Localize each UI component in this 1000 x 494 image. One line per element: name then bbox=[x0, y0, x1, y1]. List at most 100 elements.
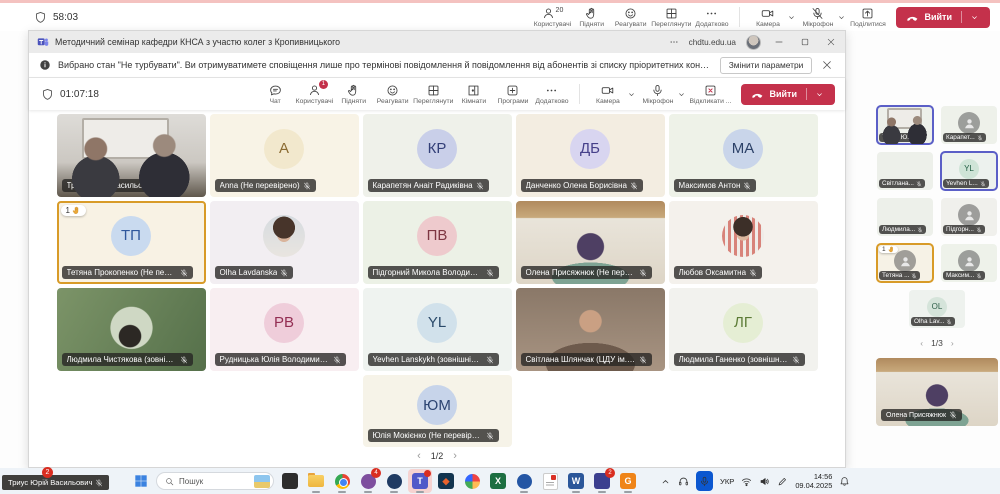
person-silhouette-icon bbox=[958, 250, 980, 272]
chevron-down-icon[interactable] bbox=[787, 13, 796, 22]
speaker-icon[interactable] bbox=[759, 476, 770, 487]
participant-thumbnail[interactable]: YLYevhen L... bbox=[941, 152, 997, 190]
participant-name-pill: Olha Lavdanska bbox=[215, 266, 294, 279]
meeting-raise-button[interactable]: Підняти bbox=[335, 84, 372, 105]
participant-tile[interactable]: AAnna (Не перевірено) bbox=[210, 114, 359, 197]
featured-participant-tile[interactable]: Олена Присяжнюк bbox=[876, 358, 998, 426]
participant-tile[interactable]: Любов Оксамитна bbox=[669, 201, 818, 284]
meeting-participants-button[interactable]: 1Користувачі bbox=[296, 84, 334, 105]
avatar[interactable] bbox=[746, 35, 761, 50]
account-name[interactable]: chdtu.edu.ua bbox=[689, 38, 736, 47]
participant-tile[interactable]: КРКарапетян Анаіт Радиківна bbox=[363, 114, 512, 197]
prev-page-icon[interactable]: ‹ bbox=[417, 450, 421, 462]
headset-icon[interactable] bbox=[678, 476, 689, 487]
participant-thumbnail[interactable]: Світлана... bbox=[877, 152, 933, 190]
taskbar-app-matlab[interactable]: ◆ bbox=[434, 469, 458, 493]
outer-leave-button[interactable]: Вийти bbox=[896, 7, 990, 28]
participant-tile[interactable]: ТП1Тетяна Прокопенко (Не перевірен... bbox=[57, 201, 206, 284]
taskbar-app-word[interactable]: W bbox=[564, 469, 588, 493]
minimize-button[interactable] bbox=[771, 34, 787, 50]
outer-view-button[interactable]: Переглянути bbox=[651, 7, 691, 28]
participant-tile[interactable]: YLYevhen Lanskykh (зовнішній корис... bbox=[363, 288, 512, 371]
taskbar-app-app-orange[interactable]: G bbox=[616, 469, 640, 493]
outer-participants-button[interactable]: 20Користувачі bbox=[534, 7, 572, 28]
participant-thumbnail[interactable]: Підгорн... bbox=[941, 198, 997, 236]
notification-close-button[interactable] bbox=[819, 57, 835, 73]
taskbar-app-chrome[interactable] bbox=[330, 469, 354, 493]
meeting-more-button[interactable]: Додатково bbox=[533, 84, 570, 105]
participant-tile[interactable]: ПВПідгорний Микола Володимирович bbox=[363, 201, 512, 284]
maximize-button[interactable] bbox=[797, 34, 813, 50]
participant-thumbnail[interactable]: 1Тетяна ... bbox=[877, 244, 933, 282]
participant-tile[interactable]: ЮМЮлія Мокієнко (Не перевірено) bbox=[363, 375, 512, 447]
taskbar-app-loop[interactable] bbox=[382, 469, 406, 493]
language-indicator[interactable]: УКР bbox=[720, 477, 734, 486]
next-page-icon[interactable]: › bbox=[951, 338, 954, 348]
participant-tile[interactable]: РВРудницька Юлія Володимирівна bbox=[210, 288, 359, 371]
start-button[interactable] bbox=[130, 470, 152, 492]
close-button[interactable] bbox=[823, 34, 839, 50]
chevron-down-icon[interactable] bbox=[627, 90, 636, 99]
close-icon bbox=[826, 37, 836, 47]
outer-share-button[interactable]: Поділитися bbox=[849, 7, 886, 28]
outer-react-button[interactable]: Реагувати bbox=[612, 7, 649, 28]
taskbar-app-file-explorer[interactable] bbox=[304, 469, 328, 493]
meeting-leave-button[interactable]: Вийти bbox=[741, 84, 835, 105]
next-page-icon[interactable]: › bbox=[453, 450, 457, 462]
taskbar-app-notepad[interactable] bbox=[278, 469, 302, 493]
participant-tile[interactable]: МАМаксимов Антон bbox=[669, 114, 818, 197]
participant-tile[interactable]: ЛГЛюдмила Ганенко (зовнішній кор... bbox=[669, 288, 818, 371]
participant-tile[interactable]: ДБДанченко Олена Борисівна bbox=[516, 114, 665, 197]
outer-mic-button[interactable]: Мікрофон bbox=[799, 7, 836, 28]
participant-thumbnail[interactable]: Карапет... bbox=[941, 106, 997, 144]
titlebar-more-icon[interactable] bbox=[669, 37, 679, 47]
participant-tile[interactable]: Світлана Шлянчак (ЦДУ ім. Винни... bbox=[516, 288, 665, 371]
chevron-down-icon[interactable] bbox=[815, 90, 824, 99]
taskbar-app-photos[interactable] bbox=[460, 469, 484, 493]
taskbar-app-app-navy[interactable]: 2 bbox=[590, 469, 614, 493]
person-silhouette-icon bbox=[958, 112, 980, 134]
change-settings-button[interactable]: Змінити параметри bbox=[720, 57, 813, 74]
participant-thumbnail[interactable]: OLOlha Lav... bbox=[909, 290, 965, 328]
grid-pagination: ‹ 1/2 › bbox=[29, 450, 845, 462]
notifications-bell-icon[interactable] bbox=[839, 476, 850, 487]
pip-participant-label[interactable]: Триус Юрій Васильович bbox=[2, 475, 109, 490]
meeting-camera-button[interactable]: Камера bbox=[589, 84, 626, 105]
pen-icon[interactable] bbox=[777, 476, 788, 487]
chevron-down-icon[interactable] bbox=[970, 13, 979, 22]
outer-raise-button[interactable]: Підняти bbox=[573, 7, 610, 28]
meeting-recall-button[interactable]: Відкликати ... bbox=[689, 84, 731, 105]
taskbar-app-acrobat[interactable] bbox=[538, 469, 562, 493]
participant-tile[interactable]: Триус Юрій Васильович bbox=[57, 114, 206, 197]
prev-page-icon[interactable]: ‹ bbox=[920, 338, 923, 348]
chevron-up-icon[interactable] bbox=[660, 476, 671, 487]
participant-tile[interactable]: Olha Lavdanska bbox=[210, 201, 359, 284]
meeting-mic-button[interactable]: Мікрофон bbox=[639, 84, 676, 105]
taskbar-app-excel[interactable]: X bbox=[486, 469, 510, 493]
meeting-apps-button[interactable]: Програми bbox=[494, 84, 531, 105]
chevron-down-icon[interactable] bbox=[677, 90, 686, 99]
grid-icon bbox=[427, 84, 440, 97]
meeting-react-button[interactable]: Реагувати bbox=[374, 84, 411, 105]
window-titlebar[interactable]: Методичний семінар кафедри КНСА з участю… bbox=[29, 31, 845, 53]
outer-camera-button[interactable]: Камера bbox=[749, 7, 786, 28]
participant-thumbnail[interactable]: Людмила... bbox=[877, 198, 933, 236]
taskbar-app-app-blue[interactable] bbox=[512, 469, 536, 493]
participant-thumbnail[interactable]: Триус Ю... bbox=[877, 106, 933, 144]
participant-tile[interactable]: Людмила Чистякова (зовнішній ко... bbox=[57, 288, 206, 371]
meeting-rooms-button[interactable]: Кімнати bbox=[455, 84, 492, 105]
wifi-icon[interactable] bbox=[741, 476, 752, 487]
taskbar-app-viber[interactable]: 4 bbox=[356, 469, 380, 493]
chevron-down-icon[interactable] bbox=[837, 13, 846, 22]
meeting-chat-button[interactable]: Чат bbox=[257, 84, 294, 105]
outer-more-button[interactable]: Додатково bbox=[693, 7, 730, 28]
participant-thumbnail[interactable]: Максим... bbox=[941, 244, 997, 282]
participant-name: Олена Присяжнюк bbox=[886, 412, 946, 419]
taskbar-app-teams[interactable]: T bbox=[408, 469, 432, 493]
taskbar-clock[interactable]: 14:56 09.04.2025 bbox=[795, 472, 832, 491]
plus-icon bbox=[506, 84, 519, 97]
meeting-view-button[interactable]: Переглянути bbox=[413, 84, 453, 105]
mic-tray-button[interactable] bbox=[696, 471, 713, 491]
participant-tile[interactable]: Олена Присяжнюк (Не перевірено) bbox=[516, 201, 665, 284]
search-box[interactable]: Пошук bbox=[156, 472, 274, 490]
